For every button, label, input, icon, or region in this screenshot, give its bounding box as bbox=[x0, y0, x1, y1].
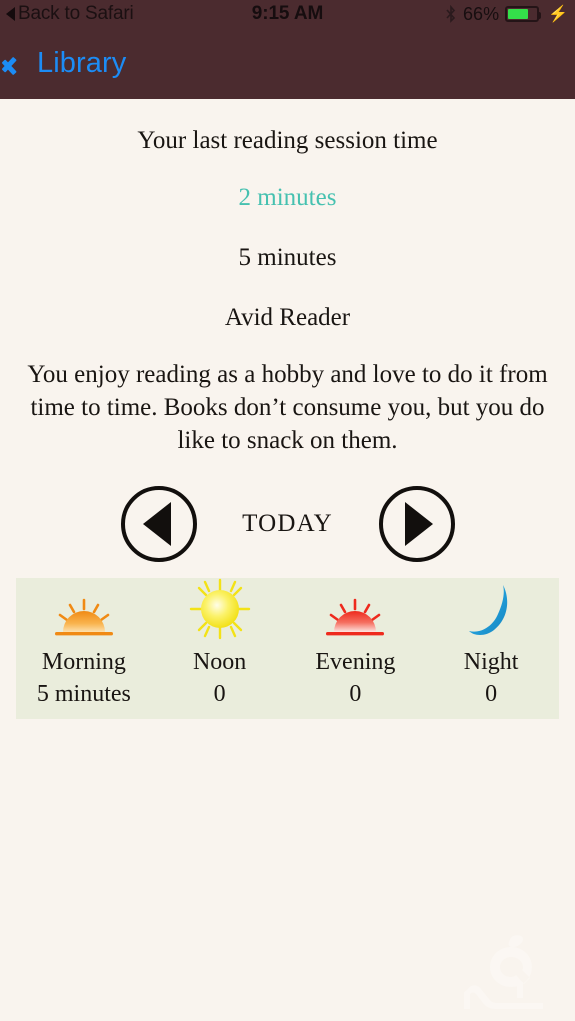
bluetooth-icon bbox=[446, 4, 456, 23]
previous-day-button[interactable] bbox=[120, 486, 197, 562]
stat-value-evening: 0 bbox=[349, 681, 362, 707]
stat-value-noon: 0 bbox=[213, 681, 226, 707]
goal-duration-value: 5 minutes bbox=[238, 244, 337, 271]
reader-rank-description: You enjoy reading as a hobby and love to… bbox=[27, 361, 548, 454]
moon-icon bbox=[469, 585, 508, 635]
stat-value-night: 0 bbox=[485, 681, 498, 707]
stat-value-morning: 5 minutes bbox=[36, 681, 131, 707]
session-duration-value: 2 minutes bbox=[238, 184, 337, 211]
stat-column-evening[interactable]: Evening 0 bbox=[288, 592, 424, 719]
reader-rank-title: Avid Reader bbox=[224, 304, 351, 331]
current-day-label: TODAY bbox=[242, 510, 333, 537]
status-indicators: 66% ⚡ bbox=[445, 4, 568, 25]
stat-column-night[interactable]: Night 0 bbox=[423, 585, 559, 719]
next-day-button[interactable] bbox=[378, 486, 455, 562]
stat-label-morning: Morning bbox=[41, 649, 126, 675]
back-button-label: Library bbox=[37, 47, 127, 79]
app-logo-watermark-icon bbox=[464, 935, 543, 1009]
stat-column-noon[interactable]: Noon 0 bbox=[152, 578, 288, 719]
chevron-left-icon bbox=[13, 49, 31, 79]
stat-label-evening: Evening bbox=[315, 649, 396, 675]
main-content: Your last reading session time 2 minutes… bbox=[0, 99, 575, 719]
stat-column-morning[interactable]: Morning 5 minutes bbox=[16, 592, 152, 719]
sunrise-icon bbox=[54, 598, 113, 636]
back-to-library-button[interactable]: Library bbox=[13, 47, 126, 80]
time-of-day-stats-panel: Morning 5 minutes Noon 0 Evening 0 Night… bbox=[16, 578, 559, 719]
status-bar: Back to Safari 9:15 AM 66% ⚡ bbox=[0, 0, 575, 28]
circle-right-arrow-icon bbox=[404, 502, 433, 546]
battery-percent-label: 66% bbox=[463, 3, 500, 24]
day-navigator: TODAY bbox=[0, 486, 575, 562]
session-title: Your last reading session time bbox=[137, 127, 438, 154]
battery-icon bbox=[505, 6, 542, 22]
stat-label-noon: Noon bbox=[192, 649, 247, 675]
stat-label-night: Night bbox=[463, 649, 519, 675]
sun-icon bbox=[189, 578, 250, 640]
circle-left-arrow-icon bbox=[142, 502, 171, 546]
sunset-icon bbox=[326, 598, 385, 636]
lightning-bolt-icon: ⚡ bbox=[548, 6, 568, 23]
navigation-bar: Library bbox=[0, 28, 575, 99]
